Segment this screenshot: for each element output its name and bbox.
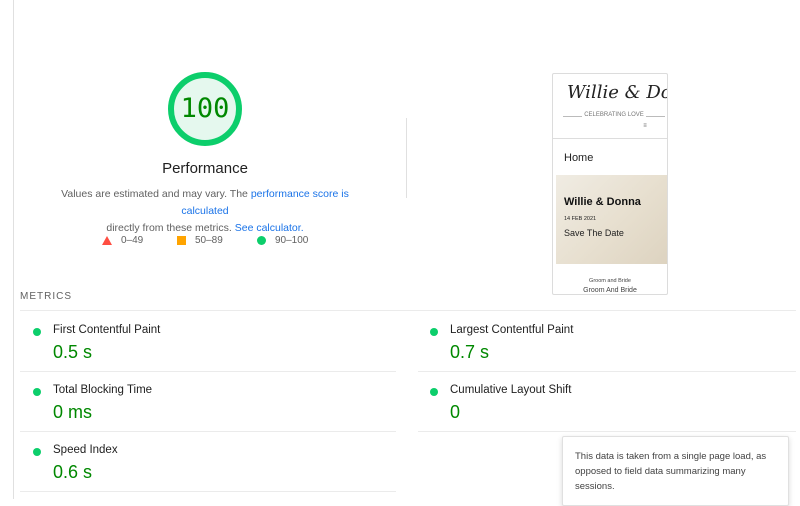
metric-value: 0 bbox=[450, 402, 461, 422]
metric-total-blocking-time[interactable]: Total Blocking Time 0 ms bbox=[33, 380, 373, 434]
legend-fail-label: 0–49 bbox=[121, 235, 144, 246]
metric-name: Total Blocking Time bbox=[53, 384, 153, 396]
site-nav-home: Home bbox=[564, 152, 594, 164]
site-cutoff-text: Groom And Bride bbox=[583, 287, 637, 294]
hamburger-icon: ≡ bbox=[643, 123, 647, 129]
metric-cumulative-layout-shift[interactable]: Cumulative Layout Shift 0 bbox=[430, 380, 770, 434]
site-header-divider bbox=[553, 138, 667, 139]
site-hero: Willie & Donna 14 FEB 2021 Save The Date bbox=[556, 175, 667, 264]
metrics-heading: METRICS bbox=[20, 291, 72, 302]
pass-dot-icon bbox=[33, 388, 41, 396]
metric-largest-contentful-paint[interactable]: Largest Contentful Paint 0.7 s bbox=[430, 320, 770, 374]
metric-name: First Contentful Paint bbox=[53, 324, 161, 336]
data-source-tooltip: This data is taken from a single page lo… bbox=[562, 436, 789, 506]
pass-dot-icon bbox=[33, 448, 41, 456]
performance-score: 100 bbox=[180, 93, 230, 124]
metric-row-divider bbox=[418, 431, 796, 432]
legend-average: 50–89 bbox=[177, 235, 223, 246]
metric-speed-index[interactable]: Speed Index 0.6 s bbox=[33, 440, 373, 494]
metric-value: 0 ms bbox=[53, 402, 93, 422]
metric-name: Speed Index bbox=[53, 444, 118, 456]
performance-title: Performance bbox=[162, 160, 248, 177]
metric-row-divider bbox=[20, 491, 396, 492]
page-screenshot-thumbnail[interactable]: Willie & Donna CELEBRATING LOVE ≡ Home W… bbox=[552, 73, 668, 295]
site-tagline: CELEBRATING LOVE bbox=[563, 112, 665, 118]
circle-icon bbox=[257, 236, 266, 245]
metric-row-divider bbox=[20, 431, 396, 432]
metric-value: 0.7 s bbox=[450, 342, 490, 362]
legend-pass-label: 90–100 bbox=[275, 235, 309, 246]
metric-name: Largest Contentful Paint bbox=[450, 324, 574, 336]
site-hero-save-date: Save The Date bbox=[564, 228, 624, 238]
square-icon bbox=[177, 236, 186, 245]
legend-fail: 0–49 bbox=[102, 235, 143, 246]
metric-name: Cumulative Layout Shift bbox=[450, 384, 572, 396]
metric-value: 0.5 s bbox=[53, 342, 93, 362]
site-hero-date: 14 FEB 2021 bbox=[564, 216, 597, 222]
performance-description: Values are estimated and may vary. The p… bbox=[40, 186, 370, 237]
score-legend: 0–49 50–89 90–100 bbox=[0, 235, 800, 251]
site-script-title: Willie & Donna bbox=[567, 82, 667, 103]
pass-dot-icon bbox=[33, 328, 41, 336]
legend-average-label: 50–89 bbox=[195, 235, 223, 246]
metrics-top-divider bbox=[20, 310, 796, 311]
metric-value: 0.6 s bbox=[53, 462, 93, 482]
site-hero-title: Willie & Donna bbox=[564, 196, 641, 208]
section-divider bbox=[406, 118, 407, 198]
pass-dot-icon bbox=[430, 388, 438, 396]
site-tagline-text: CELEBRATING LOVE bbox=[582, 112, 646, 118]
description-text: Values are estimated and may vary. The bbox=[61, 188, 251, 200]
triangle-icon bbox=[102, 236, 112, 245]
site-groom-bride: Groom and Bride bbox=[589, 278, 631, 284]
metric-row-divider bbox=[418, 371, 796, 372]
metric-first-contentful-paint[interactable]: First Contentful Paint 0.5 s bbox=[33, 320, 373, 374]
pass-dot-icon bbox=[430, 328, 438, 336]
see-calculator-link[interactable]: See calculator. bbox=[235, 222, 304, 234]
metric-row-divider bbox=[20, 371, 396, 372]
description-text-2: directly from these metrics. bbox=[106, 222, 235, 234]
legend-pass: 90–100 bbox=[257, 235, 308, 246]
